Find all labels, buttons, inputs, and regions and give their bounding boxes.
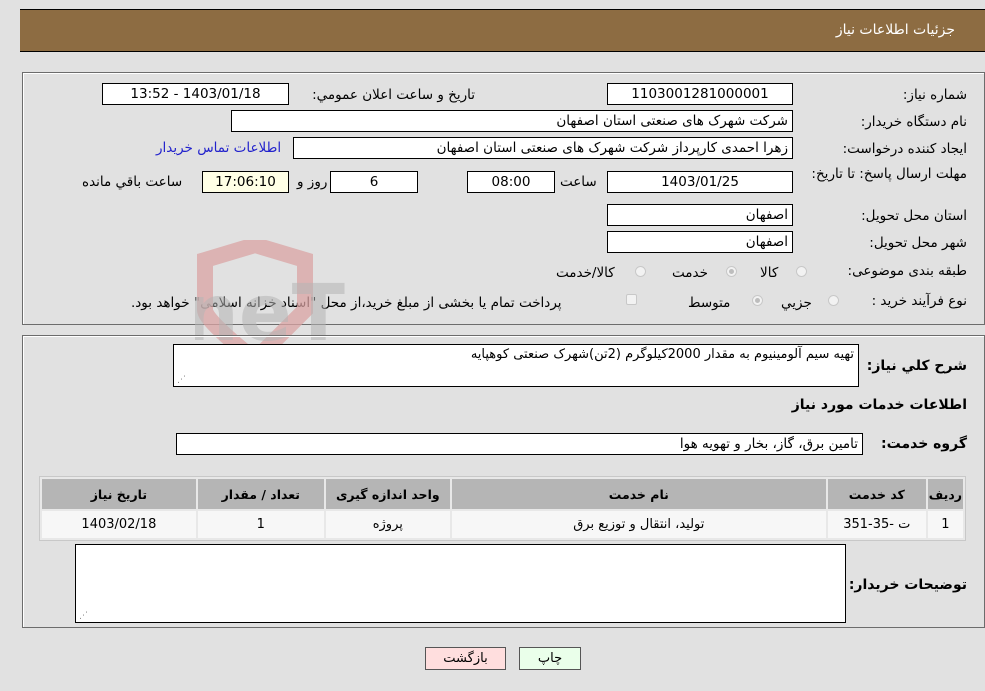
- print-button[interactable]: چاپ: [519, 647, 581, 670]
- col-row-number: ردیف: [927, 479, 963, 509]
- city-field: اصفهان: [607, 231, 793, 253]
- treasury-checkbox[interactable]: [626, 294, 637, 305]
- resize-grip-icon[interactable]: ⋰: [79, 612, 88, 621]
- back-button[interactable]: بازگشت: [425, 647, 506, 670]
- col-quantity: تعداد / مقدار: [197, 479, 324, 509]
- process-option-minor: جزيي: [781, 295, 812, 311]
- announce-datetime-field: 1403/01/18 - 13:52: [102, 83, 289, 105]
- category-label: طبقه بندی موضوعی:: [847, 263, 967, 279]
- category-option-goods: کالا: [760, 265, 779, 281]
- remaining-time-label: ساعت باقي مانده: [82, 174, 183, 190]
- cell-need-date: 1403/02/18: [42, 511, 196, 538]
- col-need-date: تاریخ نیاز: [42, 479, 196, 509]
- buyer-notes-textarea[interactable]: ⋰: [75, 544, 846, 623]
- buyer-notes-label: توضیحات خریدار:: [848, 577, 967, 593]
- page-title: جزئیات اطلاعات نیاز: [835, 22, 955, 38]
- category-radio-goods[interactable]: [796, 266, 807, 277]
- announce-label: تاریخ و ساعت اعلان عمومي:: [312, 87, 475, 103]
- deadline-time-field: 08:00: [467, 171, 555, 193]
- resize-grip-icon[interactable]: ⋰: [177, 376, 186, 385]
- buyer-org-label: نام دستگاه خریدار:: [860, 114, 967, 130]
- treasury-text: پرداخت تمام یا بخشی از مبلغ خرید،از محل …: [131, 295, 562, 311]
- table-header-row: ردیف کد خدمت نام خدمت واحد اندازه گیری ت…: [42, 479, 963, 509]
- creator-field: زهرا احمدی کارپرداز شرکت شهرک های صنعتی …: [293, 137, 793, 159]
- col-service-code: کد خدمت: [827, 479, 926, 509]
- cell-service-name: تولید، انتقال و توزیع برق: [451, 511, 826, 538]
- category-option-service: خدمت: [672, 265, 708, 281]
- cell-quantity: 1: [197, 511, 324, 538]
- process-radio-minor[interactable]: [828, 295, 839, 306]
- service-group-label: گروه خدمت:: [881, 436, 967, 452]
- creator-label: ایجاد کننده درخواست:: [842, 141, 967, 157]
- table-row: 1 ت -35-351 تولید، انتقال و توزیع برق پر…: [42, 511, 963, 538]
- deadline-label: مهلت ارسال پاسخ: تا تاریخ:: [811, 166, 967, 182]
- description-label: شرح کلي نیاز:: [866, 358, 967, 374]
- remaining-time-field: 17:06:10: [202, 171, 289, 193]
- process-label: نوع فرآیند خرید :: [871, 293, 967, 309]
- description-text: تهیه سیم آلومینیوم به مقدار 2000کیلوگرم …: [470, 347, 854, 362]
- services-table: ردیف کد خدمت نام خدمت واحد اندازه گیری ت…: [39, 476, 966, 541]
- buyer-org-field: شرکت شهرک های صنعتی استان اصفهان: [231, 110, 793, 132]
- description-textarea[interactable]: تهیه سیم آلومینیوم به مقدار 2000کیلوگرم …: [173, 344, 859, 387]
- province-label: استان محل تحویل:: [861, 208, 967, 224]
- category-radio-goods-service[interactable]: [635, 266, 646, 277]
- cell-row-number: 1: [927, 511, 963, 538]
- process-radio-medium[interactable]: [752, 295, 763, 306]
- col-service-name: نام خدمت: [451, 479, 826, 509]
- days-label: روز و: [297, 174, 328, 190]
- deadline-date-field: 1403/01/25: [607, 171, 793, 193]
- city-label: شهر محل تحویل:: [869, 235, 967, 251]
- deadline-time-label: ساعت: [560, 174, 597, 190]
- days-remaining-field: 6: [330, 171, 418, 193]
- services-section-title: اطلاعات خدمات مورد نیاز: [791, 397, 967, 413]
- need-number-label: شماره نیاز:: [902, 87, 967, 103]
- cell-unit: پروژه: [325, 511, 450, 538]
- service-group-field: تامین برق، گاز، بخار و تهویه هوا: [176, 433, 863, 455]
- buyer-contact-link[interactable]: اطلاعات تماس خریدار: [156, 140, 281, 156]
- page-header: جزئیات اطلاعات نیاز: [20, 9, 985, 52]
- category-radio-service[interactable]: [726, 266, 737, 277]
- need-number-field: 1103001281000001: [607, 83, 793, 105]
- process-option-medium: متوسط: [688, 295, 731, 311]
- col-unit: واحد اندازه گیری: [325, 479, 450, 509]
- cell-service-code: ت -35-351: [827, 511, 926, 538]
- category-option-goods-service: کالا/خدمت: [556, 265, 615, 281]
- province-field: اصفهان: [607, 204, 793, 226]
